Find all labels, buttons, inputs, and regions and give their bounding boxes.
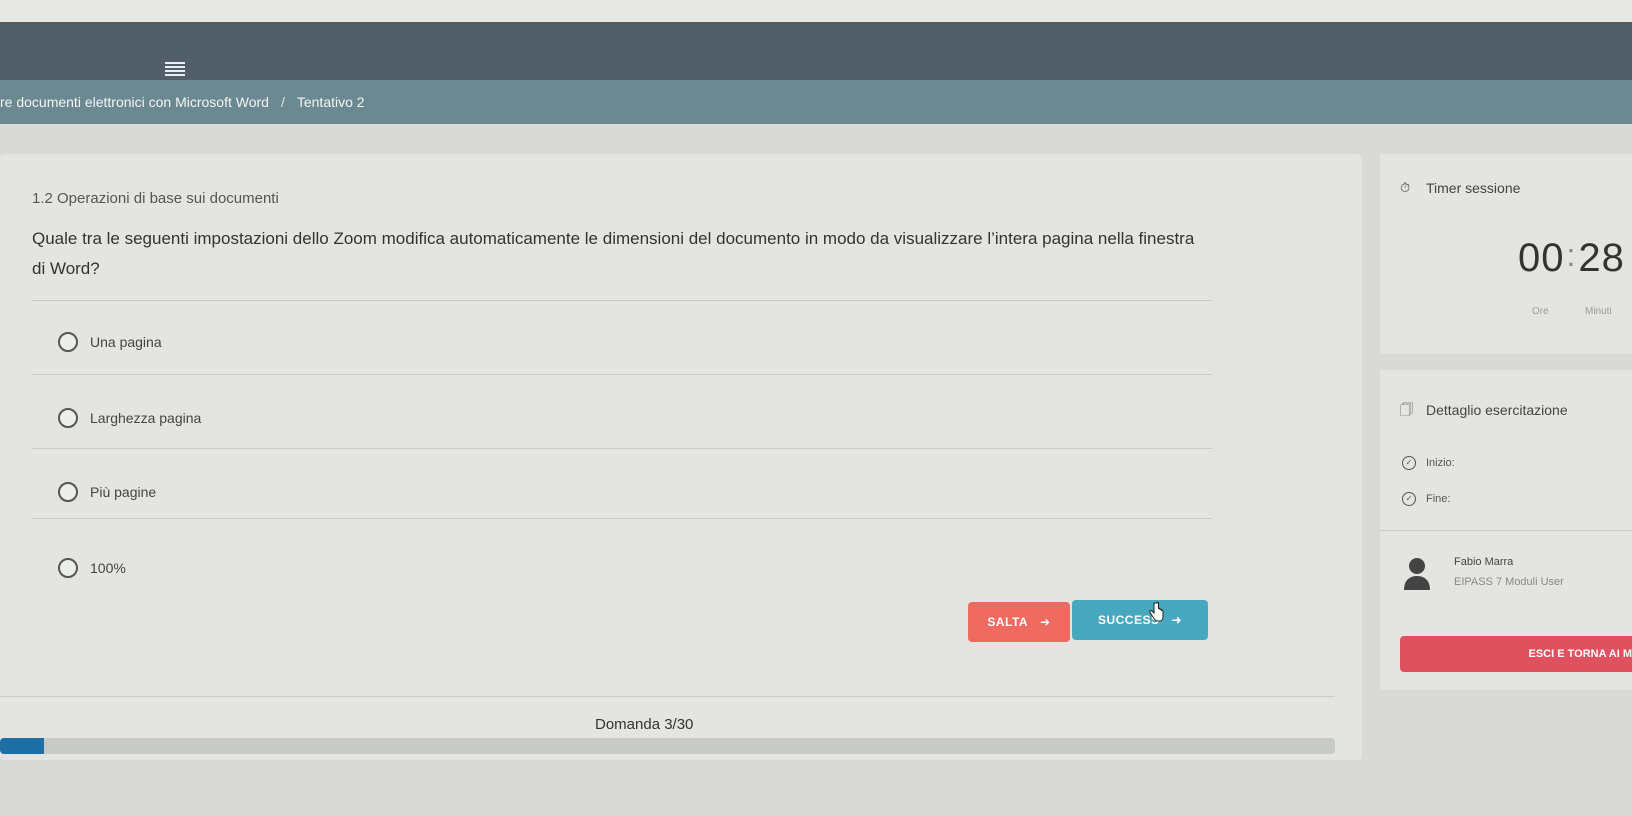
arrow-right-icon: ➜ — [1040, 615, 1051, 629]
divider — [0, 696, 1335, 697]
exit-button[interactable]: ESCI E TORNA AI M — [1400, 636, 1632, 672]
radio-button[interactable] — [58, 482, 78, 502]
timer-clock: 00:28 — [1518, 236, 1625, 281]
breadcrumb-separator: / — [280, 94, 285, 110]
radio-button[interactable] — [58, 408, 78, 428]
question-counter: Domanda 3/30 — [595, 716, 694, 733]
divider — [32, 518, 1212, 519]
user-name: Fabio Marra — [1454, 556, 1514, 568]
answer-option-2[interactable]: Larghezza pagina — [58, 408, 201, 428]
radio-button[interactable] — [58, 332, 78, 352]
minutes-label: Minuti — [1585, 306, 1612, 317]
timer-hours: 00 — [1518, 236, 1565, 280]
breadcrumb-course[interactable]: re documenti elettronici con Microsoft W… — [0, 94, 269, 110]
detail-title: 🗍 Dettaglio esercitazione — [1400, 402, 1568, 418]
divider — [32, 448, 1212, 449]
timer-title-label: Timer sessione — [1426, 180, 1521, 196]
user-role: EIPASS 7 Moduli User — [1454, 576, 1564, 588]
browser-top-strip — [0, 0, 1632, 22]
question-text: Quale tra le seguenti impostazioni dello… — [32, 229, 1195, 278]
progress-fill — [0, 738, 45, 754]
timer-title: ⏱ Timer sessione — [1400, 180, 1520, 196]
arrow-right-icon: ➜ — [1171, 613, 1183, 627]
exit-label: ESCI E TORNA AI M — [1528, 648, 1632, 660]
user-avatar-icon — [1404, 558, 1430, 590]
answer-option-3[interactable]: Più pagine — [58, 482, 156, 502]
next-button[interactable]: SUCCESS ➜ — [1072, 600, 1208, 640]
skip-label: SALTA — [987, 615, 1029, 629]
answer-option-1[interactable]: Una pagina — [58, 332, 162, 352]
divider — [32, 300, 1212, 301]
stopwatch-icon: ⏱ — [1400, 180, 1411, 195]
alarm-clock-icon: ✓ — [1402, 492, 1416, 506]
top-navbar — [0, 22, 1632, 80]
divider — [32, 374, 1212, 375]
radio-button[interactable] — [58, 558, 78, 578]
answer-label: 100% — [90, 560, 126, 576]
skip-button[interactable]: SALTA ➜ — [968, 602, 1070, 642]
answer-option-4[interactable]: 100% — [58, 558, 126, 578]
divider — [1380, 530, 1632, 531]
end-label: Fine: — [1426, 493, 1451, 505]
hand-cursor-icon — [1149, 602, 1164, 622]
answer-label: Più pagine — [90, 484, 157, 500]
timer-colon: : — [1566, 237, 1577, 273]
document-icon: 🗍 — [1400, 402, 1413, 417]
start-label: Inizio: — [1426, 457, 1455, 469]
start-row: ✓ Inizio: — [1402, 456, 1455, 470]
breadcrumb-attempt: Tentativo 2 — [296, 94, 365, 110]
breadcrumb: re documenti elettronici con Microsoft W… — [0, 80, 1632, 124]
answer-label: Una pagina — [90, 334, 162, 350]
end-row: ✓ Fine: — [1402, 492, 1450, 506]
timer-minutes: 28 — [1578, 236, 1625, 280]
progress-bar — [0, 738, 1335, 754]
answer-label: Larghezza pagina — [90, 410, 202, 426]
question-section: 1.2 Operazioni di base sui documenti — [32, 190, 279, 207]
detail-title-label: Dettaglio esercitazione — [1426, 402, 1568, 418]
hours-label: Ore — [1532, 306, 1549, 317]
alarm-clock-icon: ✓ — [1402, 456, 1416, 470]
menu-icon[interactable] — [165, 62, 185, 78]
